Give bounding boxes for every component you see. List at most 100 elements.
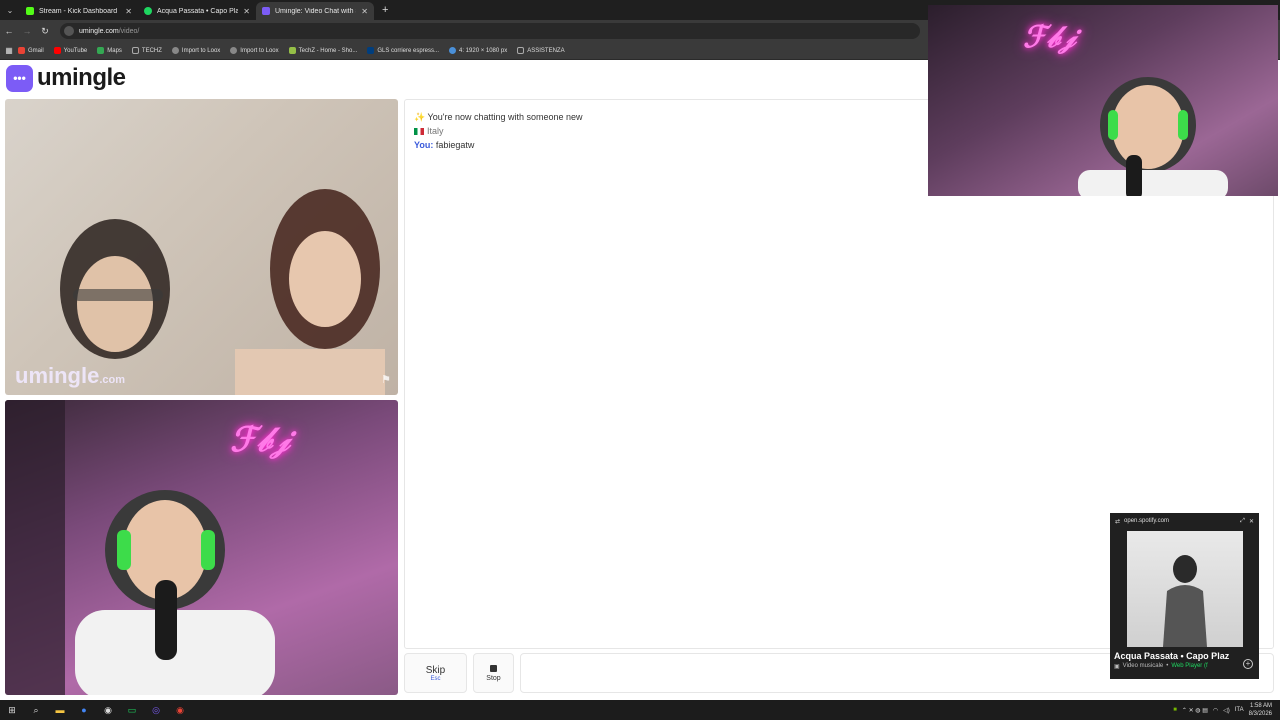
wifi-icon[interactable]: ◠ [1213, 707, 1218, 714]
video-icon: ▣ [1114, 664, 1120, 670]
start-icon[interactable]: ⊞ [0, 705, 24, 716]
nvidia-icon[interactable]: ■ [1173, 707, 1177, 713]
tab-label: Umingle: Video Chat with S [275, 7, 357, 15]
file-explorer-icon[interactable]: ▬ [48, 705, 72, 715]
watermark-name: umingle [15, 363, 100, 388]
close-icon[interactable]: ✕ [243, 7, 250, 16]
bookmark-label: Import to Loox [240, 47, 279, 54]
close-icon[interactable]: ✕ [1249, 518, 1254, 525]
url-path: /video/ [118, 27, 140, 35]
site-logo[interactable]: ••• umingle [6, 64, 126, 92]
chat-message: You: fabiegatw [414, 140, 474, 150]
bookmark-resolution[interactable]: 4: 1920 × 1080 px [449, 47, 507, 54]
system-message-text: You're now chatting with someone new [427, 112, 583, 122]
track-title: Acqua Passata • Capo Plaz [1114, 651, 1230, 661]
bookmark-gls[interactable]: GLS corriere espress... [367, 47, 439, 54]
site-info-icon[interactable] [64, 26, 74, 36]
streamer-webcam-overlay: ℱ𝒷𝒿 [928, 5, 1278, 196]
track-type: Video musicale [1122, 663, 1164, 669]
bookmark-techz-home[interactable]: TechZ - Home - Sho... [288, 47, 358, 54]
skip-button[interactable]: Skip Esc [404, 653, 467, 693]
bookmark-import-loox-1[interactable]: Import to Loox [171, 47, 221, 54]
bookmark-import-loox-2[interactable]: Import to Loox [230, 47, 279, 54]
tab-search-icon[interactable]: ⌄ [0, 6, 20, 15]
gmail-icon [18, 47, 25, 54]
volume-icon[interactable]: ◁) [1223, 707, 1230, 714]
stop-button[interactable]: Stop [473, 653, 514, 693]
sender-label: You: [414, 140, 434, 150]
player-domain: open.spotify.com [1124, 518, 1169, 524]
bookmark-label: ASSISTENZA [527, 47, 565, 54]
url-domain: umingle.com [79, 27, 119, 35]
italy-flag-icon [414, 128, 424, 136]
recorder-icon[interactable]: ◉ [168, 705, 192, 716]
umingle-watermark: umingle.com [15, 363, 125, 389]
gls-icon [367, 47, 375, 54]
report-flag-icon[interactable]: ⚑ [381, 373, 391, 386]
bookmark-gmail[interactable]: Gmail [18, 47, 44, 54]
separator: • [1166, 663, 1169, 669]
tab-kick-dashboard[interactable]: Stream - Kick Dashboard ✕ [20, 2, 138, 20]
language-indicator[interactable]: ITA [1235, 707, 1244, 713]
discord-icon[interactable]: ◎ [144, 705, 168, 716]
tab-spotify[interactable]: Acqua Passata • Capo Plaza ✕ [138, 2, 256, 20]
clock[interactable]: 1:58 AM 8/3/2026 [1249, 702, 1272, 718]
system-message: ✨ You're now chatting with someone new [414, 112, 583, 123]
album-art [1126, 531, 1243, 647]
message-text: fabiegatw [435, 140, 475, 150]
windows-taskbar: ⊞ ⌕ ▬ ● ◉ ▭ ◎ ◉ ■ ⌃ ✕ ◍ ▤ ◠ ◁) ITA 1:58 … [0, 700, 1280, 720]
apps-grid-icon[interactable]: ▦ [0, 46, 18, 55]
obs-icon[interactable]: ◉ [96, 705, 120, 716]
folder-icon [131, 47, 139, 54]
album-art-figure [1162, 555, 1207, 647]
stranger-video-scene [60, 189, 385, 395]
stranger-country: Italy [414, 126, 444, 136]
skip-label: Skip [425, 664, 446, 676]
system-tray: ■ ⌃ ✕ ◍ ▤ ◠ ◁) ITA 1:58 AM 8/3/2026 [1173, 702, 1272, 718]
search-icon[interactable]: ⌕ [24, 705, 48, 716]
party-icon: ✨ [414, 112, 428, 122]
bookmark-maps[interactable]: Maps [97, 47, 122, 54]
clock-time: 1:58 AM [1249, 703, 1272, 709]
back-to-tab-icon[interactable]: ⇄ [1115, 518, 1120, 525]
new-tab-button[interactable]: + [374, 4, 396, 16]
back-icon[interactable]: ← [0, 26, 18, 36]
bookmark-label: Maps [107, 47, 122, 54]
bookmark-label: GLS corriere espress... [377, 47, 440, 54]
bookmark-label: YouTube [63, 47, 88, 54]
bookmark-techz[interactable]: TECHZ [131, 47, 162, 54]
tray-icons[interactable]: ⌃ ✕ ◍ ▤ [1182, 707, 1208, 714]
globe-icon [230, 47, 238, 54]
tab-label: Stream - Kick Dashboard [39, 7, 118, 15]
bookmark-label: TechZ - Home - Sho... [298, 47, 358, 54]
bookmark-label: Gmail [28, 47, 44, 54]
close-icon[interactable]: ✕ [125, 7, 132, 16]
maps-icon [97, 47, 105, 54]
chrome-icon[interactable]: ● [72, 705, 96, 715]
reload-icon[interactable]: ↻ [36, 26, 54, 37]
kick-icon [26, 7, 34, 15]
terminal-icon[interactable]: ▭ [120, 705, 144, 716]
watermark-tld: .com [99, 374, 126, 386]
bookmark-label: Import to Loox [181, 47, 221, 54]
clock-date: 8/3/2026 [1248, 711, 1272, 717]
url-field[interactable]: umingle.com/video/ [60, 23, 920, 39]
spotify-icon [144, 7, 152, 15]
bookmark-label: TECHZ [141, 47, 162, 54]
self-video-scene [5, 400, 275, 695]
close-icon[interactable]: ✕ [361, 7, 368, 16]
self-video: ℱ𝒷𝒿 [5, 400, 398, 695]
add-to-library-icon[interactable]: + [1243, 659, 1253, 669]
youtube-icon [53, 47, 61, 54]
bookmark-youtube[interactable]: YouTube [53, 47, 88, 54]
chat-bubble-icon: ••• [6, 64, 33, 92]
player-header: ⇄ open.spotify.com ⤢ ✕ [1110, 513, 1259, 529]
expand-icon[interactable]: ⤢ [1240, 518, 1245, 525]
bookmark-label: 4: 1920 × 1080 px [459, 47, 508, 54]
chat-controls: Skip Esc Stop [404, 653, 514, 693]
tab-umingle[interactable]: Umingle: Video Chat with S ✕ [256, 2, 374, 20]
globe-icon [449, 47, 457, 54]
skip-shortcut: Esc [430, 675, 441, 682]
bookmark-assistenza[interactable]: ASSISTENZA [517, 47, 565, 54]
forward-icon[interactable]: → [18, 26, 36, 36]
